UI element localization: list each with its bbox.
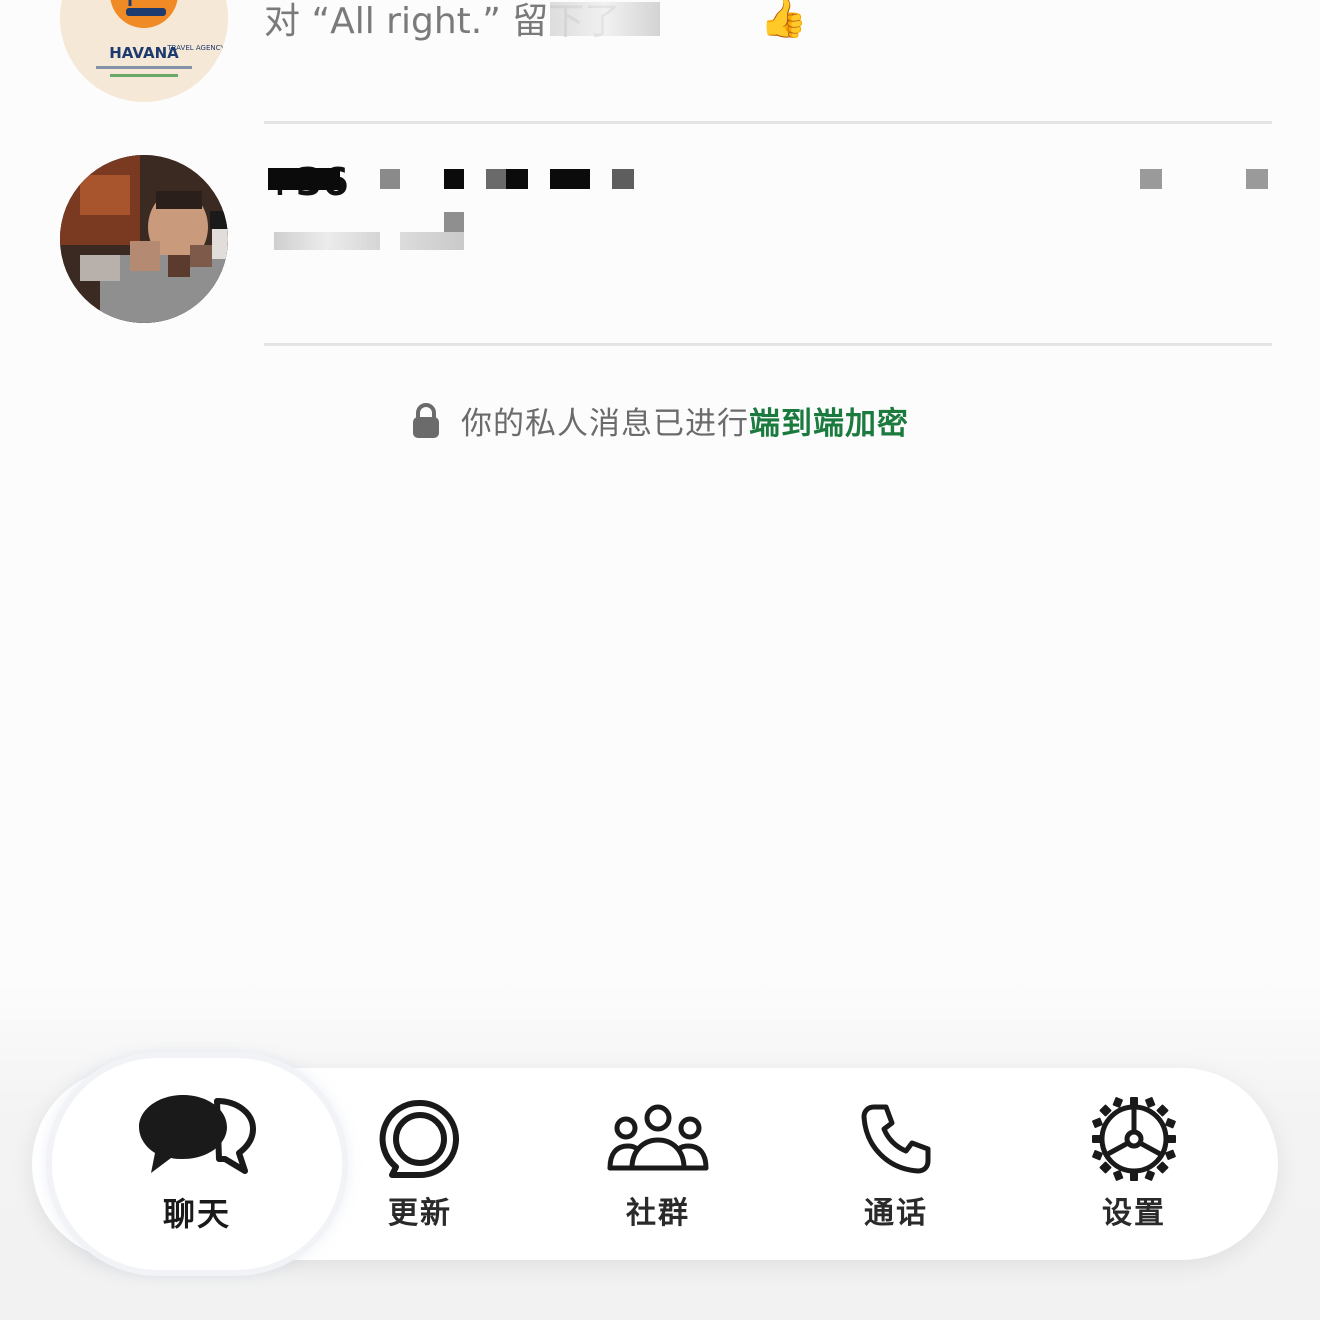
redaction-block (268, 168, 340, 190)
redaction-block (274, 232, 380, 250)
encryption-notice[interactable]: 你的私人消息已进行 端到端加密 (0, 398, 1320, 443)
last-message-preview: 对 “All right.” 留下了 👍 (264, 0, 808, 44)
redaction-block (486, 169, 506, 189)
tab-label: 通话 (864, 1196, 928, 1231)
tab-label: 聊天 (162, 1195, 231, 1233)
bottom-tab-bar: 聊天 更新 社群 通话 设置 (32, 1058, 1278, 1270)
updates-icon (378, 1096, 462, 1182)
communities-icon (606, 1096, 710, 1182)
redaction-block (506, 169, 528, 189)
encryption-notice-text: 你的私人消息已进行 (461, 406, 749, 442)
tab-updates[interactable]: 更新 (302, 1068, 538, 1260)
redaction-block (1140, 169, 1162, 189)
tab-label: 社群 (626, 1196, 690, 1231)
havana-travel-logo: HAVANA TRAVEL AGENCY (60, 0, 228, 102)
redaction-block (612, 169, 634, 189)
redaction-block (444, 212, 464, 232)
tab-chats[interactable]: 聊天 (52, 1058, 342, 1270)
thumbs-up-icon: 👍 (760, 0, 808, 40)
tab-settings[interactable]: 设置 (1016, 1068, 1252, 1260)
chat-list-item[interactable]: HAVANA TRAVEL AGENCY 对 “All right.” 留下了 … (0, 0, 1320, 124)
contact-avatar[interactable]: HAVANA TRAVEL AGENCY (60, 0, 228, 102)
redaction-block (400, 232, 464, 250)
chat-item-body: 对 “All right.” 留下了 👍 (264, 0, 1272, 124)
contact-avatar[interactable] (60, 155, 228, 323)
phone-icon (858, 1096, 934, 1182)
blurred-text (550, 2, 660, 36)
tab-label: 设置 (1102, 1196, 1166, 1231)
redaction-block (1246, 169, 1268, 189)
end-to-end-encryption-link[interactable]: 端到端加密 (749, 398, 909, 443)
gear-icon (1090, 1096, 1178, 1182)
lock-icon (411, 402, 441, 440)
tab-calls[interactable]: 通话 (778, 1068, 1014, 1260)
tab-communities[interactable]: 社群 (540, 1068, 776, 1260)
chats-icon (137, 1093, 257, 1179)
logo-subtext: TRAVEL AGENCY (166, 44, 225, 52)
tab-label: 更新 (388, 1196, 452, 1231)
chat-item-body: +36 (264, 124, 1272, 346)
contact-photo (60, 155, 228, 323)
redaction-block (550, 169, 590, 189)
chat-list-screen: HAVANA TRAVEL AGENCY 对 “All right.” 留下了 … (0, 0, 1320, 1320)
chat-list-item[interactable]: +36 (0, 124, 1320, 346)
redaction-block (444, 169, 464, 189)
redaction-block (380, 169, 400, 189)
